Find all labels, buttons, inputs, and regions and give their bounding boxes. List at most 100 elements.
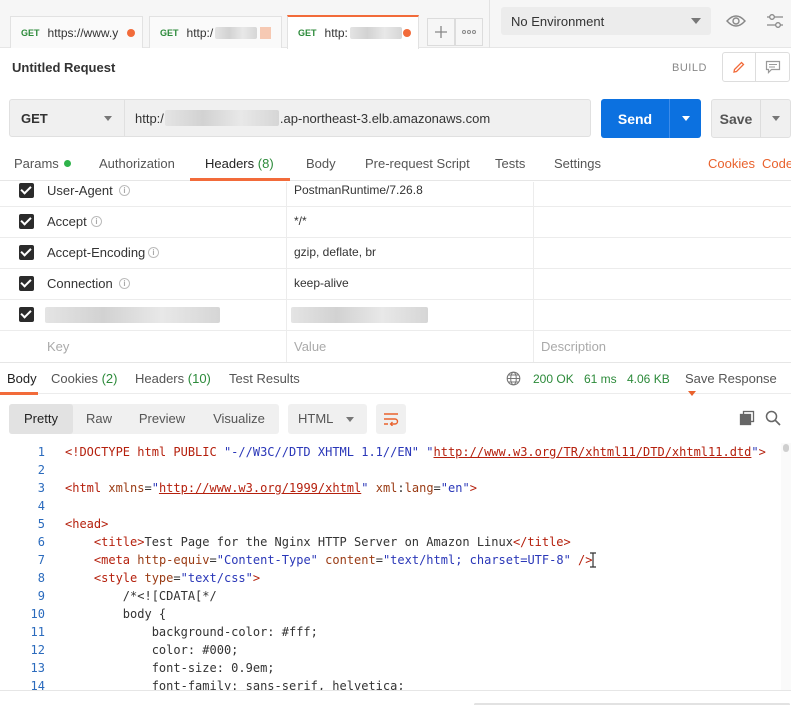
tab-settings[interactable]: Settings: [554, 156, 601, 171]
info-icon[interactable]: i: [91, 216, 102, 227]
view-preview[interactable]: Preview: [127, 404, 197, 434]
view-pretty[interactable]: Pretty: [9, 404, 73, 434]
chevron-down-icon: [688, 391, 696, 396]
info-icon[interactable]: i: [119, 185, 130, 196]
info-icon[interactable]: i: [148, 247, 159, 258]
new-tab-button[interactable]: [427, 18, 455, 46]
header-key[interactable]: Accept: [47, 214, 87, 229]
response-size[interactable]: 4.06 KB: [627, 372, 670, 386]
code-token[interactable]: http://www.w3.org/TR/xhtml11/DTD/xhtml11…: [434, 445, 752, 459]
tab-options-button[interactable]: [455, 18, 483, 46]
request-tab-1[interactable]: GET https://www.y: [10, 16, 143, 48]
comments-button[interactable]: [756, 53, 789, 81]
search-icon[interactable]: [765, 410, 781, 426]
value-placeholder[interactable]: Value: [294, 339, 326, 354]
header-value[interactable]: */*: [294, 214, 307, 228]
description-placeholder[interactable]: Description: [541, 339, 606, 354]
tab-body[interactable]: Body: [306, 156, 336, 171]
code-token: "-//W3C//DTD XHTML 1.1//EN": [223, 445, 420, 459]
header-enabled-checkbox[interactable]: [19, 183, 34, 198]
line-number: 1: [37, 445, 45, 459]
code-text: body {: [65, 605, 166, 623]
unsaved-dot-icon: [403, 29, 411, 37]
tab-headers[interactable]: Headers (8): [205, 156, 274, 171]
header-value[interactable]: keep-alive: [294, 276, 349, 290]
header-value[interactable]: PostmanRuntime/7.26.8: [294, 183, 423, 197]
headers-count: (8): [257, 156, 274, 171]
code-token: >: [469, 481, 477, 495]
header-row: Accept i */*: [0, 207, 791, 238]
code-text: <!DOCTYPE html PUBLIC "-//W3C//DTD XHTML…: [65, 443, 766, 461]
header-enabled-checkbox[interactable]: [19, 245, 34, 260]
edit-button[interactable]: [723, 53, 757, 81]
send-options-button[interactable]: [670, 116, 701, 121]
plus-icon: [435, 26, 447, 38]
header-key[interactable]: Connection: [47, 276, 113, 291]
send-button[interactable]: Send: [601, 99, 701, 138]
save-response-label: Save Response: [685, 371, 777, 386]
cookies-link[interactable]: Cookies: [708, 156, 755, 171]
divider: [489, 0, 490, 48]
eye-icon: [726, 15, 746, 27]
environment-select[interactable]: No Environment: [501, 7, 711, 35]
code-token: "en": [440, 481, 470, 495]
header-row: Accept-Encoding i gzip, deflate, br: [0, 238, 791, 269]
response-tab-headers[interactable]: Headers (10): [135, 371, 211, 386]
copy-icon[interactable]: [739, 410, 755, 426]
environment-quick-look-button[interactable]: [721, 7, 751, 35]
tab-tests[interactable]: Tests: [495, 156, 525, 171]
scrollbar-thumb[interactable]: [783, 444, 789, 452]
status-code[interactable]: 200 OK: [533, 372, 574, 386]
code-line: 3 <html xmlns="http://www.w3.org/1999/xht…: [0, 479, 781, 497]
code-text: <html xmlns="http://www.w3.org/1999/xhtm…: [65, 479, 477, 497]
view-raw[interactable]: Raw: [73, 404, 125, 434]
line-number: 10: [30, 607, 45, 621]
header-enabled-checkbox[interactable]: [19, 307, 34, 322]
code-link[interactable]: Code: [762, 156, 791, 171]
code-token[interactable]: http://www.w3.org/1999/xhtml: [159, 481, 361, 495]
code-line: 9 /*<![CDATA[*/: [0, 587, 781, 605]
globe-icon[interactable]: [506, 371, 521, 386]
code-token: Test Page for the Nginx HTTP Server on A…: [144, 535, 513, 549]
tab-authorization[interactable]: Authorization: [99, 156, 175, 171]
code-line: 2: [0, 461, 781, 479]
code-token: http-equiv: [137, 553, 210, 567]
response-tab-cookies[interactable]: Cookies (2): [51, 371, 117, 386]
header-value[interactable]: gzip, deflate, br: [294, 245, 376, 259]
code-token: =: [375, 553, 383, 567]
format-select[interactable]: HTML: [288, 404, 367, 434]
code-token: content: [325, 553, 376, 567]
request-tab-2[interactable]: GET http:/: [149, 16, 282, 48]
response-body-editor[interactable]: 1 <!DOCTYPE html PUBLIC "-//W3C//DTD XHTM…: [0, 443, 781, 690]
info-icon[interactable]: i: [119, 278, 130, 289]
header-key[interactable]: Accept-Encoding: [47, 245, 145, 260]
method-select[interactable]: GET: [9, 99, 125, 137]
tab-params[interactable]: Params: [14, 156, 71, 171]
vertical-scrollbar[interactable]: [781, 443, 791, 690]
wrap-lines-button[interactable]: [376, 404, 406, 434]
more-icon: [462, 30, 476, 34]
response-tab-test-results[interactable]: Test Results: [229, 371, 300, 386]
header-enabled-checkbox[interactable]: [19, 214, 34, 229]
code-text: <meta http-equiv="Content-Type" content=…: [65, 551, 593, 569]
key-placeholder[interactable]: Key: [47, 339, 69, 354]
view-visualize[interactable]: Visualize: [204, 404, 274, 434]
manage-environments-button[interactable]: [760, 7, 790, 35]
request-title[interactable]: Untitled Request: [12, 60, 115, 75]
code-token: =: [173, 571, 181, 585]
code-line: 12 color: #000;: [0, 641, 781, 659]
request-tab-3[interactable]: GET http:: [287, 15, 419, 49]
save-button[interactable]: Save: [711, 99, 791, 138]
response-tab-body[interactable]: Body: [7, 371, 37, 386]
url-input[interactable]: http:/ .ap-northeast-3.elb.amazonaws.com: [125, 99, 591, 137]
horizontal-scrollbar[interactable]: [0, 690, 791, 705]
save-response-button[interactable]: Save Response: [685, 371, 791, 401]
header-enabled-checkbox[interactable]: [19, 276, 34, 291]
line-number: 6: [37, 535, 45, 549]
tab-prerequest-script[interactable]: Pre-request Script: [365, 156, 470, 171]
save-options-button[interactable]: [761, 116, 790, 121]
header-key[interactable]: User-Agent: [47, 183, 113, 198]
tab-headers-label: Headers: [205, 156, 255, 171]
line-number: 7: [37, 553, 45, 567]
response-time[interactable]: 61 ms: [584, 372, 617, 386]
